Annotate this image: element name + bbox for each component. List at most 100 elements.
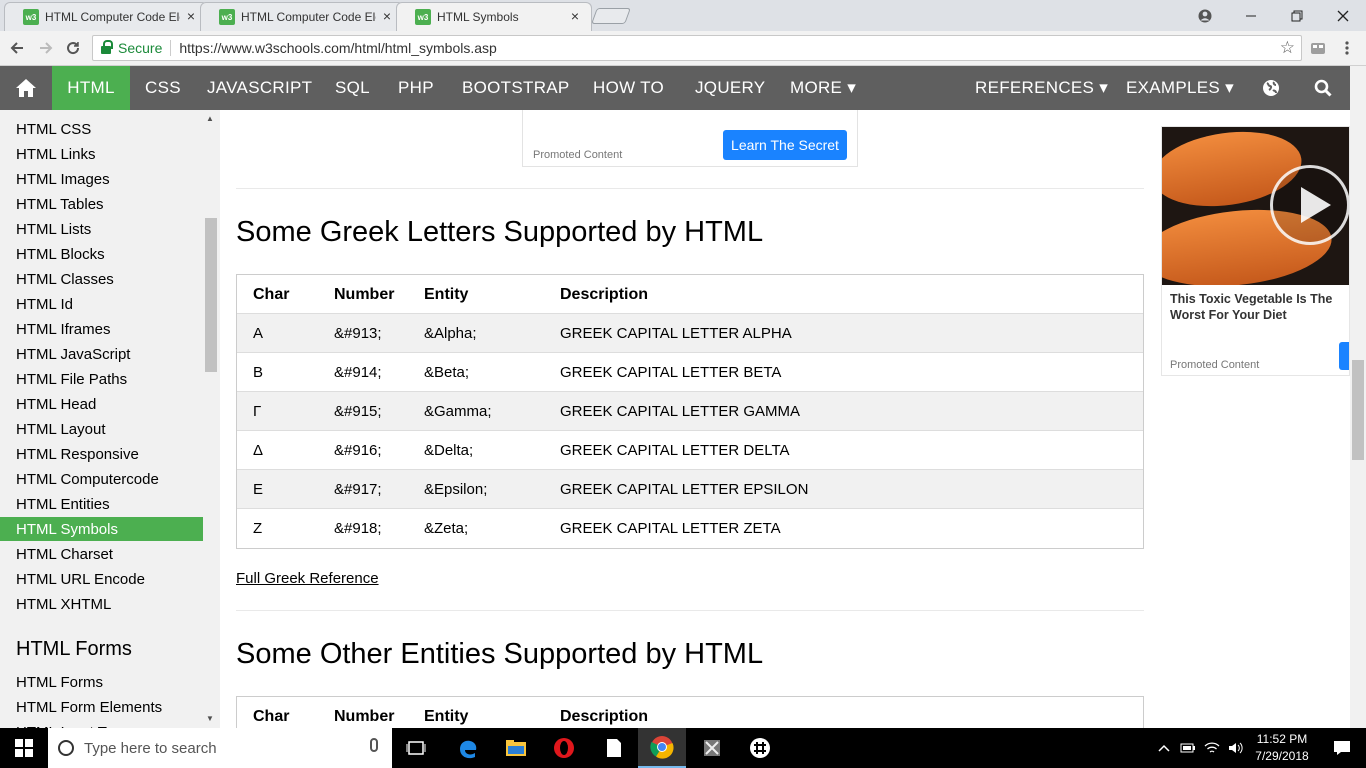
left-sidebar: HTML CSS HTML Links HTML Images HTML Tab… bbox=[0, 110, 220, 728]
slack-icon[interactable] bbox=[736, 728, 784, 768]
promoted-ad-top[interactable]: Promoted Content Learn The Secret bbox=[522, 110, 858, 167]
browser-tab[interactable]: w3 HTML Computer Code Ele × bbox=[4, 2, 208, 31]
battery-icon[interactable] bbox=[1176, 728, 1200, 768]
promoted-ad-right[interactable]: This Toxic Vegetable Is The Worst For Yo… bbox=[1161, 126, 1350, 376]
sidebar-item-html-url-encode[interactable]: HTML URL Encode bbox=[0, 567, 203, 591]
restore-icon[interactable] bbox=[1274, 0, 1320, 31]
cortana-icon bbox=[58, 740, 74, 756]
nav-javascript[interactable]: JAVASCRIPT bbox=[207, 66, 312, 110]
ad-button[interactable] bbox=[1339, 342, 1349, 370]
sidebar-item-html-responsive[interactable]: HTML Responsive bbox=[0, 442, 203, 466]
sidebar-item-html-forms[interactable]: HTML Forms bbox=[0, 670, 203, 694]
minimize-icon[interactable] bbox=[1228, 0, 1274, 31]
ad-headline[interactable]: This Toxic Vegetable Is The Worst For Yo… bbox=[1170, 291, 1349, 323]
sidebar-item-html-iframes[interactable]: HTML Iframes bbox=[0, 317, 203, 341]
tab-title: HTML Symbols bbox=[437, 10, 519, 24]
tab-close-icon[interactable]: × bbox=[571, 8, 579, 24]
sidebar-item-html-links[interactable]: HTML Links bbox=[0, 142, 203, 166]
bookmark-star-icon[interactable]: ☆ bbox=[1280, 38, 1295, 58]
task-view-icon[interactable] bbox=[392, 728, 440, 768]
sidebar-item-html-css[interactable]: HTML CSS bbox=[0, 117, 203, 141]
nav-html[interactable]: HTML bbox=[52, 66, 130, 110]
number-cell: &#913; bbox=[334, 325, 382, 342]
home-icon[interactable] bbox=[0, 66, 52, 110]
back-arrow-icon[interactable] bbox=[6, 37, 28, 59]
opera-icon[interactable] bbox=[540, 728, 588, 768]
system-clock[interactable]: 11:52 PM 7/29/2018 bbox=[1252, 731, 1312, 765]
search-placeholder: Type here to search bbox=[84, 739, 217, 757]
scroll-down-arrow-icon[interactable]: ▼ bbox=[206, 714, 214, 723]
sidebar-item-html-file-paths[interactable]: HTML File Paths bbox=[0, 367, 203, 391]
scroll-up-arrow-icon[interactable]: ▲ bbox=[206, 114, 214, 123]
nav-examples-dropdown[interactable]: EXAMPLES ▾ bbox=[1126, 66, 1234, 110]
sidebar-item-html-javascript[interactable]: HTML JavaScript bbox=[0, 342, 203, 366]
sidebar-item-html-symbols[interactable]: HTML Symbols bbox=[0, 517, 203, 541]
nav-php[interactable]: PHP bbox=[398, 66, 434, 110]
nav-css[interactable]: CSS bbox=[145, 66, 181, 110]
tab-close-icon[interactable]: × bbox=[187, 8, 195, 24]
chrome-icon[interactable] bbox=[638, 728, 686, 768]
url-text[interactable]: https://www.w3schools.com/html/html_symb… bbox=[179, 40, 496, 56]
sidebar-item-html-xhtml[interactable]: HTML XHTML bbox=[0, 592, 203, 616]
tools-app-icon[interactable] bbox=[688, 728, 736, 768]
show-hidden-icons-chevron-icon[interactable] bbox=[1152, 728, 1176, 768]
browser-tab[interactable]: w3 HTML Computer Code Ele × bbox=[200, 2, 404, 31]
entity-cell: &Delta; bbox=[424, 442, 474, 459]
sidebar-item-html-head[interactable]: HTML Head bbox=[0, 392, 203, 416]
sidebar-item-html-input-types[interactable]: HTML Input Types bbox=[0, 720, 203, 729]
sidebar-item-html-layout[interactable]: HTML Layout bbox=[0, 417, 203, 441]
nav-more-dropdown[interactable]: MORE ▾ bbox=[790, 66, 856, 110]
description-cell: GREEK CAPITAL LETTER DELTA bbox=[560, 442, 790, 459]
nav-howto[interactable]: HOW TO bbox=[593, 66, 664, 110]
sidebar-item-html-computercode[interactable]: HTML Computercode bbox=[0, 467, 203, 491]
divider bbox=[170, 40, 172, 56]
nav-sql[interactable]: SQL bbox=[335, 66, 370, 110]
edge-browser-icon[interactable] bbox=[444, 728, 492, 768]
nav-bootstrap[interactable]: BOOTSTRAP bbox=[462, 66, 570, 110]
sidebar-item-html-blocks[interactable]: HTML Blocks bbox=[0, 242, 203, 266]
nav-jquery[interactable]: JQUERY bbox=[695, 66, 765, 110]
new-tab-button[interactable] bbox=[591, 8, 631, 24]
learn-secret-button[interactable]: Learn The Secret bbox=[723, 130, 847, 160]
sidebar-item-html-entities[interactable]: HTML Entities bbox=[0, 492, 203, 516]
chrome-menu-icon[interactable] bbox=[1336, 37, 1358, 59]
sidebar-item-html-form-elements[interactable]: HTML Form Elements bbox=[0, 695, 203, 719]
sidebar-scrollbar[interactable] bbox=[203, 110, 220, 728]
taskbar-search-box[interactable]: Type here to search bbox=[48, 728, 392, 768]
windows-start-icon[interactable] bbox=[0, 728, 48, 768]
column-header: Description bbox=[560, 708, 649, 725]
browser-tab-active[interactable]: w3 HTML Symbols × bbox=[396, 2, 592, 31]
sidebar-item-html-tables[interactable]: HTML Tables bbox=[0, 192, 203, 216]
description-cell: GREEK CAPITAL LETTER ALPHA bbox=[560, 325, 792, 342]
page-scrollbar-thumb[interactable] bbox=[1352, 360, 1364, 460]
window-close-icon[interactable] bbox=[1320, 0, 1366, 31]
tab-close-icon[interactable]: × bbox=[383, 8, 391, 24]
nav-references-dropdown[interactable]: REFERENCES ▾ bbox=[975, 66, 1108, 110]
microphone-icon[interactable] bbox=[370, 738, 378, 752]
notepad-icon[interactable] bbox=[590, 728, 638, 768]
ad-video-thumbnail[interactable] bbox=[1162, 127, 1349, 285]
full-greek-reference-link[interactable]: Full Greek Reference bbox=[236, 570, 379, 587]
search-icon[interactable] bbox=[1312, 66, 1334, 110]
wifi-icon[interactable] bbox=[1200, 728, 1224, 768]
sidebar-item-html-classes[interactable]: HTML Classes bbox=[0, 267, 203, 291]
sidebar-item-html-id[interactable]: HTML Id bbox=[0, 292, 203, 316]
profile-icon[interactable] bbox=[1182, 0, 1228, 31]
char-cell: Β bbox=[253, 364, 264, 381]
w3schools-favicon-icon: w3 bbox=[219, 9, 235, 25]
action-center-icon[interactable] bbox=[1318, 728, 1366, 768]
entity-cell: &Alpha; bbox=[424, 325, 477, 342]
volume-icon[interactable] bbox=[1224, 728, 1248, 768]
table-row: Ε &#917; &Epsilon; GREEK CAPITAL LETTER … bbox=[237, 470, 1143, 509]
sidebar-scrollbar-thumb[interactable] bbox=[205, 218, 217, 372]
play-icon[interactable] bbox=[1270, 165, 1349, 245]
file-explorer-icon[interactable] bbox=[492, 728, 540, 768]
forward-arrow-icon[interactable] bbox=[35, 37, 57, 59]
extension-icon[interactable] bbox=[1310, 40, 1326, 56]
address-bar[interactable]: Secure https://www.w3schools.com/html/ht… bbox=[92, 35, 1302, 61]
sidebar-item-html-lists[interactable]: HTML Lists bbox=[0, 217, 203, 241]
sidebar-item-html-images[interactable]: HTML Images bbox=[0, 167, 203, 191]
globe-icon[interactable] bbox=[1260, 66, 1282, 110]
reload-icon[interactable] bbox=[62, 37, 84, 59]
sidebar-item-html-charset[interactable]: HTML Charset bbox=[0, 542, 203, 566]
